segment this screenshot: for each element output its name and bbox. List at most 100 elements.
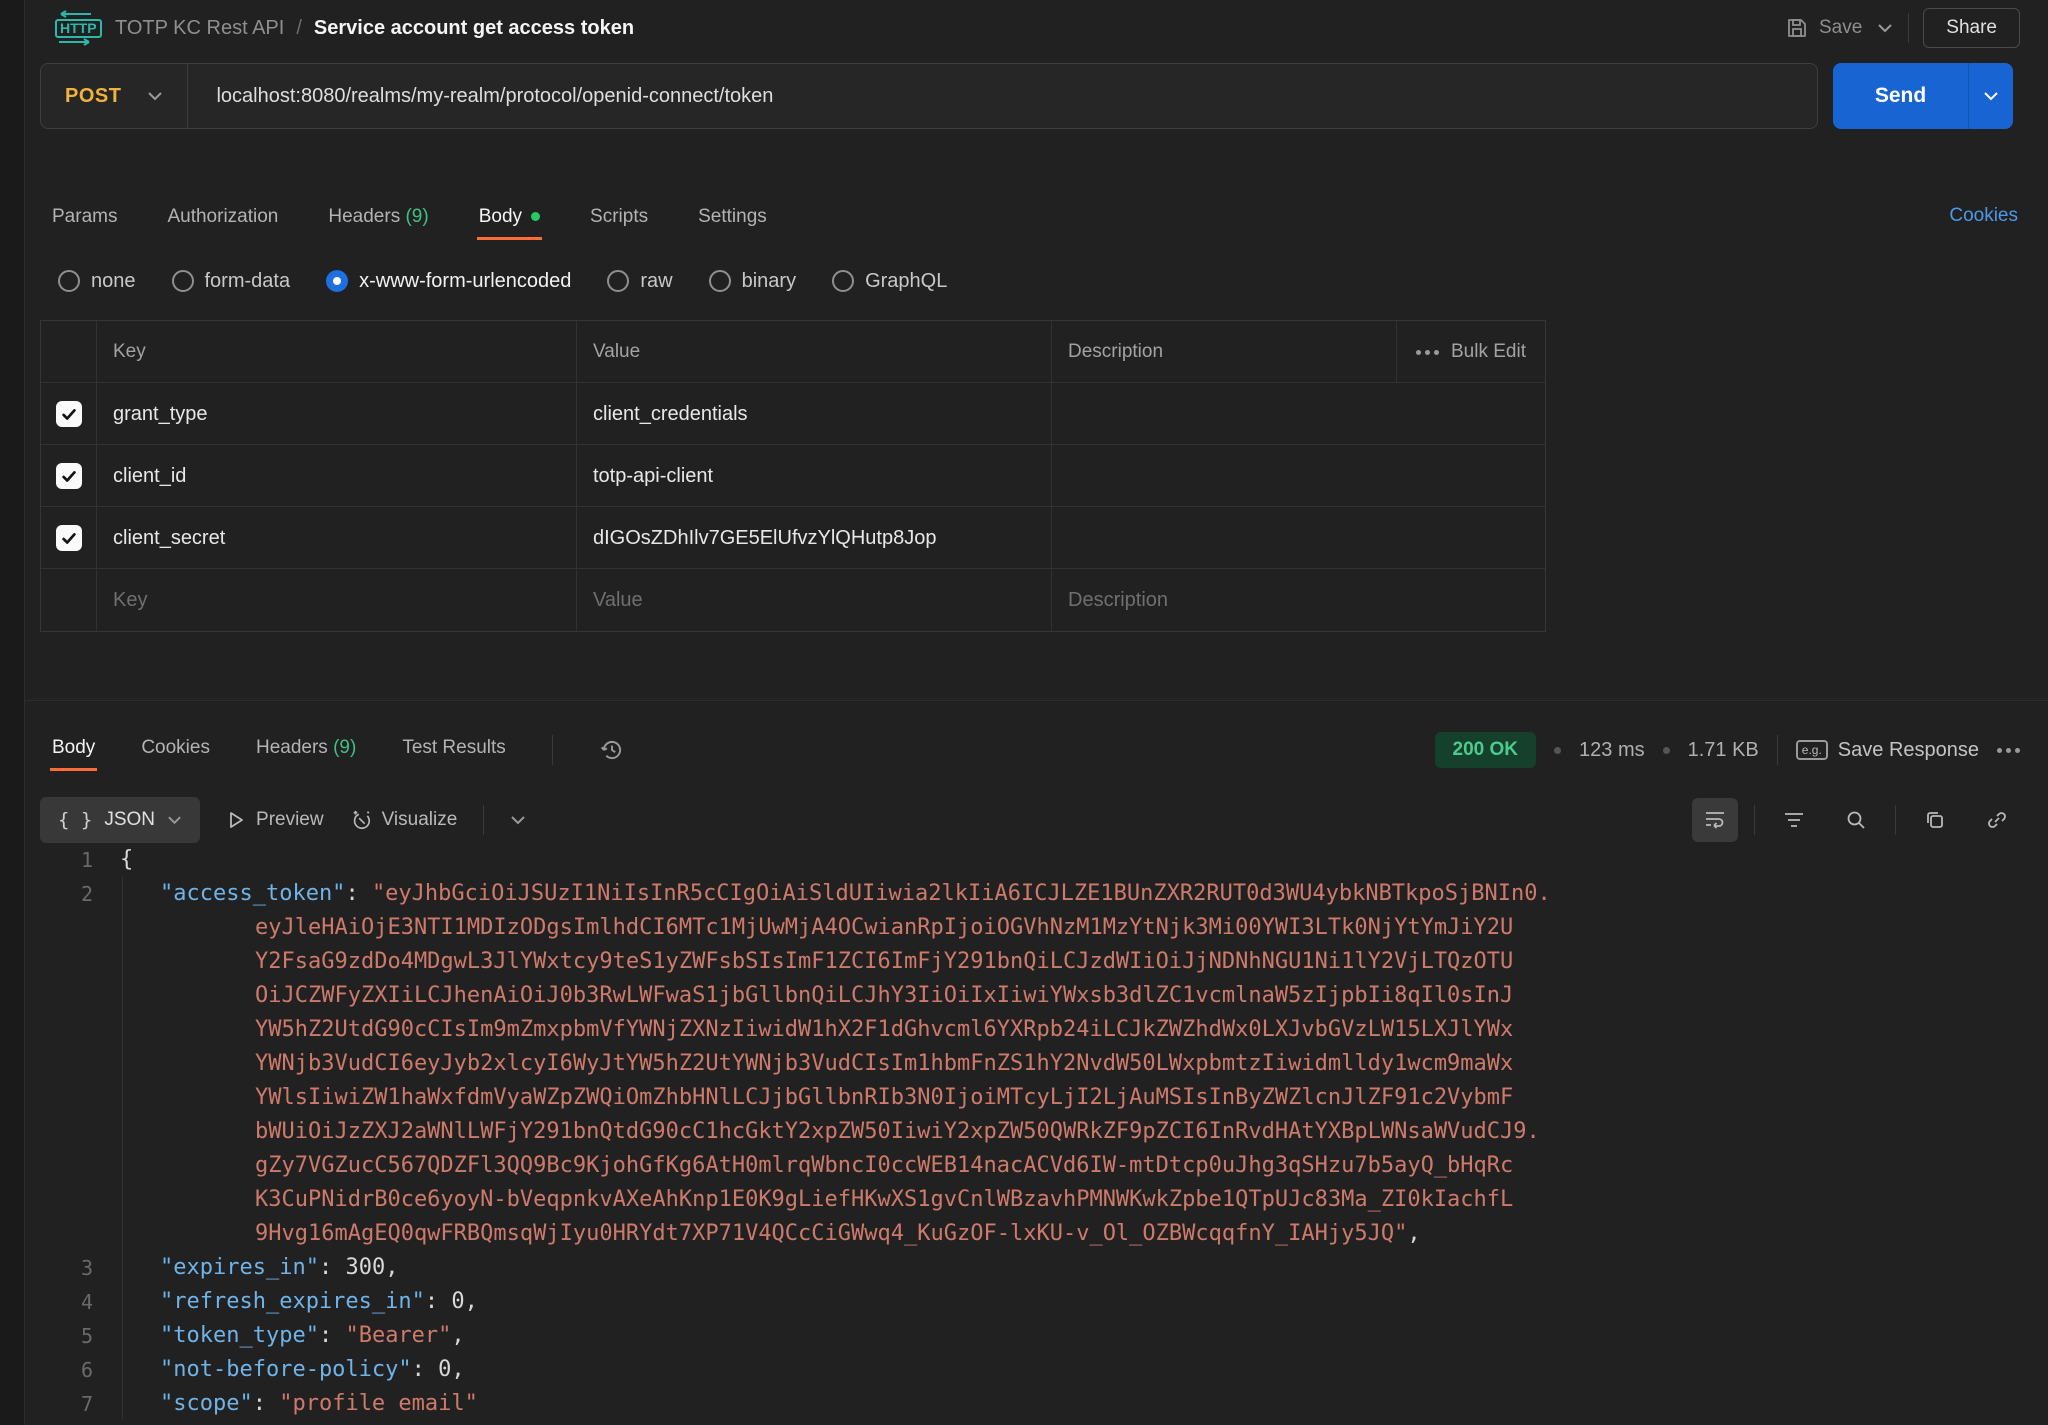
response-tab-cookies[interactable]: Cookies (141, 737, 210, 763)
format-selector[interactable]: { } JSON (40, 797, 200, 843)
line-number: 3 (25, 1251, 93, 1285)
json-string: OiJCZWFyZXIiLCJhenAiOiJ0b3RwLWFwaS1jbGll… (255, 983, 1513, 1008)
json-punctuation: : (253, 1391, 280, 1416)
line-number: 4 (25, 1285, 93, 1319)
tab-params[interactable]: Params (52, 206, 117, 232)
value-cell[interactable]: totp-api-client (576, 445, 1051, 507)
key-cell[interactable]: client_id (96, 445, 576, 507)
breadcrumb-request-name[interactable]: Service account get access token (314, 17, 634, 40)
table-placeholder-row: Key Value Description (41, 569, 1545, 631)
code-line: 2"access_token": "eyJhbGciOiJSUzI1NiIsIn… (25, 877, 2048, 911)
search-icon (1844, 808, 1868, 832)
description-cell[interactable] (1051, 383, 1545, 445)
radio-none[interactable]: none (58, 270, 136, 293)
code-line: 4"refresh_expires_in": 0, (25, 1285, 2048, 1319)
row-checkbox[interactable] (56, 525, 82, 551)
example-icon: e.g. (1796, 740, 1828, 760)
radio-binary[interactable]: binary (709, 270, 796, 293)
key-placeholder[interactable]: Key (96, 569, 576, 631)
radio-form-data[interactable]: form-data (172, 270, 291, 293)
description-cell[interactable] (1051, 507, 1545, 569)
json-string: YWNjb3VudCI6eyJyb2xlcyI6WyJtYW5hZ2UtYWNj… (255, 1051, 1513, 1076)
value-placeholder[interactable]: Value (576, 569, 1051, 631)
meta-dot (1663, 747, 1670, 754)
tab-scripts[interactable]: Scripts (590, 206, 648, 232)
method-chevron-icon[interactable] (147, 91, 163, 101)
code-line: YWlsIiwiZW1haWxfdmVyaWZpZWQiOmZhbHNlLCJj… (25, 1081, 2048, 1115)
row-checkbox[interactable] (56, 401, 82, 427)
response-headers-count: (9) (333, 737, 356, 758)
visualize-button[interactable]: Visualize (350, 809, 458, 831)
json-string: YWlsIiwiZW1haWxfdmVyaWZpZWQiOmZhbHNlLCJj… (255, 1085, 1513, 1110)
code-line: YW5hZ2UtdG90cCIsIm9mZmxpbmVfYWNjZXNzIiwi… (25, 1013, 2048, 1047)
cookies-link[interactable]: Cookies (1949, 205, 2018, 227)
share-button[interactable]: Share (1923, 8, 2020, 48)
save-options-chevron[interactable] (1876, 22, 1894, 34)
row-checkbox[interactable] (56, 463, 82, 489)
preview-button[interactable]: Preview (226, 809, 324, 831)
description-cell[interactable] (1051, 445, 1545, 507)
response-json-viewer[interactable]: 1{2"access_token": "eyJhbGciOiJSUzI1NiIs… (25, 843, 2048, 1425)
wrap-text-icon (1703, 808, 1727, 832)
breadcrumb-separator: / (296, 17, 302, 40)
value-cell[interactable]: dIGOsZDhIlv7GE5ElUfvzYlQHutp8Jop (576, 507, 1051, 569)
code-line: 9Hvg16mAgEQ0qwFRBQmsqWjIyu0HRYdt7XP71V4Q… (25, 1217, 2048, 1251)
code-line: 6"not-before-policy": 0, (25, 1353, 2048, 1387)
json-punctuation: , (1407, 1221, 1420, 1246)
breadcrumb-collection[interactable]: TOTP KC Rest API (115, 17, 284, 40)
save-button[interactable]: Save (1785, 16, 1862, 40)
search-button[interactable] (1833, 798, 1879, 842)
key-cell[interactable]: client_secret (96, 507, 576, 569)
save-response-button[interactable]: e.g. Save Response (1796, 739, 1979, 762)
key-cell[interactable]: grant_type (96, 383, 576, 445)
json-string: K3CuPNidrB0ce6yoyN-bVeqpnkvAXeAhKnp1E0K9… (255, 1187, 1513, 1212)
bulk-edit-button[interactable]: Bulk Edit (1396, 321, 1545, 383)
link-button[interactable] (1974, 798, 2020, 842)
status-badge: 200 OK (1435, 732, 1536, 768)
request-header: HTTP TOTP KC Rest API / Service account … (25, 0, 2048, 56)
tab-headers[interactable]: Headers (9) (328, 206, 428, 232)
send-button[interactable]: Send (1833, 63, 2013, 129)
table-row: client_secret dIGOsZDhIlv7GE5ElUfvzYlQHu… (41, 507, 1545, 569)
history-icon[interactable] (599, 737, 625, 763)
code-line: OiJCZWFyZXIiLCJhenAiOiJ0b3RwLWFwaS1jbGll… (25, 979, 2048, 1013)
toolbar-divider (483, 805, 484, 835)
json-string: Y2FsaG9zdDo4MDgwL3JlYWxtcy9teS1yZWFsbSIs… (255, 949, 1513, 974)
line-number: 7 (25, 1387, 93, 1421)
code-line: 7"scope": "profile email" (25, 1387, 2048, 1421)
description-placeholder[interactable]: Description (1051, 569, 1545, 631)
json-string: 9Hvg16mAgEQ0qwFRBQmsqWjIyu0HRYdt7XP71V4Q… (255, 1221, 1407, 1246)
line-number (25, 979, 93, 1013)
line-number (25, 1047, 93, 1081)
wrap-text-button[interactable] (1692, 798, 1738, 842)
value-cell[interactable]: client_credentials (576, 383, 1051, 445)
table-row: grant_type client_credentials (41, 383, 1545, 445)
response-tab-body[interactable]: Body (52, 737, 95, 763)
column-value: Value (576, 321, 1051, 383)
tab-settings[interactable]: Settings (698, 206, 767, 232)
json-number: 300 (345, 1255, 385, 1280)
header-divider (1908, 13, 1909, 43)
radio-raw[interactable]: raw (607, 270, 672, 293)
response-more-button[interactable] (1997, 748, 2020, 753)
response-size: 1.71 KB (1688, 739, 1759, 762)
url-input[interactable]: localhost:8080/realms/my-realm/protocol/… (188, 85, 773, 108)
filter-button[interactable] (1771, 798, 1817, 842)
response-tab-headers[interactable]: Headers (9) (256, 737, 356, 763)
radio-x-www-form-urlencoded[interactable]: x-www-form-urlencoded (326, 270, 571, 293)
response-tab-test-results[interactable]: Test Results (402, 737, 505, 763)
copy-button[interactable] (1912, 798, 1958, 842)
line-number (25, 1183, 93, 1217)
braces-icon: { } (58, 809, 92, 831)
headers-count: (9) (405, 206, 428, 227)
send-options-chevron[interactable] (1969, 91, 2013, 101)
response-format-toolbar: { } JSON Preview Visualize (40, 796, 526, 844)
meta-divider (1777, 735, 1778, 765)
tab-authorization[interactable]: Authorization (167, 206, 278, 232)
radio-graphql[interactable]: GraphQL (832, 270, 947, 293)
tab-body[interactable]: Body (479, 206, 540, 232)
toolbar-chevron-icon[interactable] (510, 815, 526, 825)
line-number: 1 (25, 843, 93, 877)
json-string: eyJleHAiOjE3NTI1MDIzODgsImlhdCI6MTc1MjUw… (255, 915, 1513, 940)
method-selector[interactable]: POST (41, 85, 147, 108)
